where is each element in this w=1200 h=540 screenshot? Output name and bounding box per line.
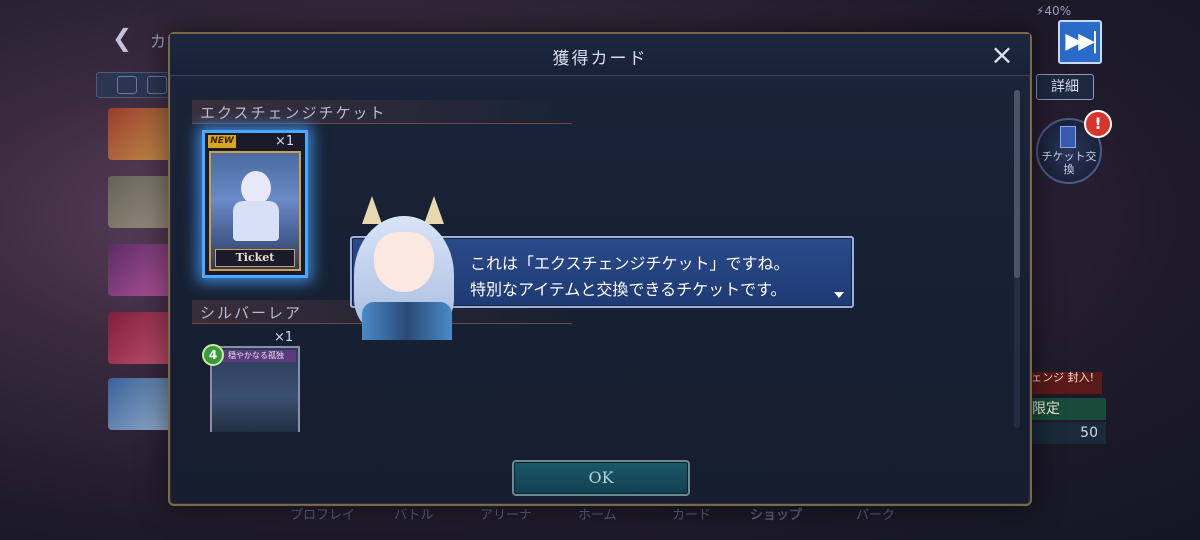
cost-gem: 4 (202, 344, 224, 366)
modal-header: 獲得カード × (170, 34, 1030, 76)
card-quantity: ×1 (274, 330, 294, 345)
bottom-nav-item: ホーム (578, 508, 617, 523)
dialog-continue-icon (834, 292, 844, 298)
character-portrait (348, 192, 468, 342)
modal-title: 獲得カード (552, 49, 648, 69)
bottom-nav-item: パーク (856, 508, 896, 523)
section-heading-label: エクスチェンジチケット (200, 104, 387, 122)
section-heading-label: シルバーレア (200, 304, 303, 322)
side-banner (108, 244, 172, 296)
side-banner (108, 176, 172, 228)
scrollbar-thumb[interactable] (1014, 90, 1020, 278)
detail-button[interactable]: 詳細 (1036, 74, 1094, 100)
background-tab (147, 76, 167, 94)
close-icon[interactable]: × (988, 41, 1016, 70)
card-art-character (241, 171, 271, 205)
background-title-fragment: カ (150, 32, 167, 51)
exchange-ticket-card[interactable]: NEW ×1 Ticket (202, 130, 308, 278)
bottom-nav-item: バトル (394, 508, 434, 523)
dialog-line-1: これは「エクスチェンジチケット」ですね。 (470, 254, 790, 273)
section-heading-exchange-ticket: エクスチェンジチケット (192, 100, 572, 124)
ticket-icon (1060, 126, 1076, 148)
headpiece-ornament (362, 196, 382, 224)
card-name: 穏やかなる孤独 (216, 350, 296, 362)
acquired-cards-modal: 獲得カード × エクスチェンジチケット NEW ×1 Ticket シルバーレア… (168, 32, 1032, 506)
card-art: 穏やかなる孤独 (210, 346, 300, 432)
bottom-nav-item: アリーナ (480, 508, 533, 523)
fast-forward-icon: ▶▶| (1065, 29, 1098, 54)
ticket-label: Ticket (215, 249, 295, 267)
card-art: Ticket (209, 151, 301, 271)
headpiece-ornament (424, 196, 444, 224)
ticket-exchange-label: チケット交換 (1041, 150, 1097, 176)
back-arrow-icon[interactable]: ❮ (112, 24, 140, 52)
bottom-nav-item: カード (672, 508, 712, 523)
dialog-line-2: 特別なアイテムと交換できるチケットです。 (470, 280, 787, 299)
side-banner (108, 378, 172, 430)
silver-rare-card[interactable]: 穏やかなる孤独 (210, 346, 300, 432)
character-face (374, 232, 434, 292)
bottom-nav-item: ショップ (750, 508, 803, 523)
alert-badge: ! (1084, 110, 1112, 138)
side-banner (108, 312, 172, 364)
new-badge: NEW (208, 135, 236, 148)
card-quantity: ×1 (275, 134, 295, 149)
card-art-character-body (233, 201, 279, 241)
scrollbar[interactable] (1014, 90, 1020, 428)
ok-button[interactable]: OK (512, 460, 690, 496)
background-tab (117, 76, 137, 94)
character-collar (362, 302, 452, 340)
side-banner (108, 108, 172, 160)
skip-button[interactable]: ▶▶| (1058, 20, 1102, 64)
bottom-nav-item: プロフレイ (290, 508, 356, 523)
status-bar-fragment: ⚡40% (1036, 4, 1072, 18)
